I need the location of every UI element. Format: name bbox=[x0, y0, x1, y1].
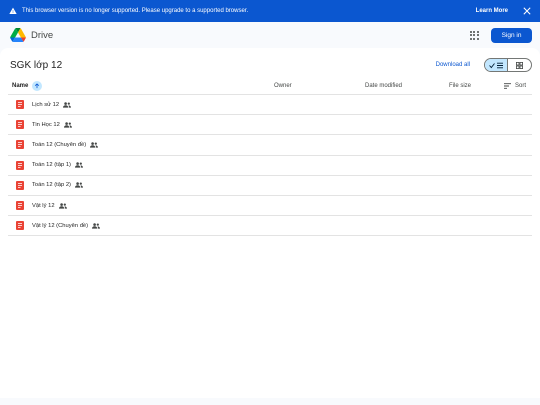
file-row[interactable]: Lịch sử 12 bbox=[8, 95, 532, 116]
sort-button[interactable]: Sort bbox=[504, 77, 526, 95]
file-row[interactable]: Toán 12 (tập 2) bbox=[8, 176, 532, 196]
folder-header: SGK lớp 12 Download all bbox=[10, 57, 532, 73]
file-list-panel: SGK lớp 12 Download all Name Owner Date … bbox=[0, 48, 540, 398]
shared-people-icon bbox=[63, 101, 72, 108]
banner-message: This browser version is no longer suppor… bbox=[22, 8, 249, 14]
column-headers: Name Owner Date modified File size Sort bbox=[8, 77, 532, 95]
arrow-up-icon[interactable] bbox=[32, 81, 43, 91]
pdf-file-icon bbox=[16, 140, 24, 150]
column-file-size: File size bbox=[449, 83, 472, 89]
list-view-icon bbox=[496, 62, 503, 68]
shared-people-icon bbox=[75, 182, 83, 188]
file-name: Toán 12 (tập 1) bbox=[32, 162, 71, 169]
shared-people-icon bbox=[92, 223, 101, 229]
close-icon[interactable] bbox=[522, 6, 532, 16]
shared-people-icon bbox=[75, 162, 83, 168]
download-all-link[interactable]: Download all bbox=[436, 62, 470, 68]
column-name[interactable]: Name bbox=[12, 77, 43, 95]
file-row[interactable]: Tin Học 12 bbox=[8, 115, 532, 136]
shared-people-icon bbox=[58, 202, 67, 209]
file-name: Vật lý 12 (Chuyên đề) bbox=[32, 222, 89, 229]
pdf-file-icon bbox=[16, 201, 24, 211]
apps-grid-icon[interactable] bbox=[468, 29, 480, 41]
app-name: Drive bbox=[31, 29, 54, 41]
grid-view-icon bbox=[516, 61, 523, 69]
column-owner: Owner bbox=[274, 83, 292, 89]
folder-title: SGK lớp 12 bbox=[10, 59, 63, 71]
sort-label: Sort bbox=[515, 83, 527, 89]
file-name: Toán 12 (tập 2) bbox=[32, 182, 71, 189]
warning-icon bbox=[8, 7, 17, 16]
column-date-modified: Date modified bbox=[365, 83, 403, 89]
check-icon bbox=[488, 62, 495, 68]
file-rows: Lịch sử 12 Tin Học 12 Toán 12 (Chuyên đề… bbox=[8, 95, 532, 237]
shared-people-icon bbox=[90, 142, 99, 148]
pdf-file-icon bbox=[16, 100, 24, 110]
drive-logo[interactable]: Drive bbox=[8, 28, 53, 42]
pdf-file-icon bbox=[16, 221, 24, 231]
unsupported-browser-banner: This browser version is no longer suppor… bbox=[0, 0, 540, 22]
file-row[interactable]: Vật lý 12 bbox=[8, 196, 532, 217]
pdf-file-icon bbox=[16, 160, 24, 170]
pdf-file-icon bbox=[16, 180, 24, 190]
learn-more-link[interactable]: Learn More bbox=[476, 8, 508, 14]
shared-people-icon bbox=[63, 122, 72, 128]
file-row[interactable]: Vật lý 12 (Chuyên đề) bbox=[8, 216, 532, 237]
pdf-file-icon bbox=[16, 120, 24, 130]
sign-in-button[interactable]: Sign in bbox=[491, 27, 532, 43]
list-view-button[interactable] bbox=[485, 59, 508, 71]
file-name: Vật lý 12 bbox=[32, 202, 55, 209]
drive-logo-icon bbox=[10, 28, 26, 42]
file-name: Tin Học 12 bbox=[32, 121, 60, 128]
file-row[interactable]: Toán 12 (Chuyên đề) bbox=[8, 135, 532, 156]
view-toggle bbox=[484, 58, 532, 72]
column-name-label: Name bbox=[12, 83, 29, 89]
top-bar: Drive Sign in bbox=[0, 22, 540, 48]
file-name: Toán 12 (Chuyên đề) bbox=[32, 141, 87, 148]
grid-view-button[interactable] bbox=[508, 59, 531, 71]
sort-icon bbox=[504, 83, 511, 89]
file-name: Lịch sử 12 bbox=[32, 101, 60, 108]
file-row[interactable]: Toán 12 (tập 1) bbox=[8, 156, 532, 176]
